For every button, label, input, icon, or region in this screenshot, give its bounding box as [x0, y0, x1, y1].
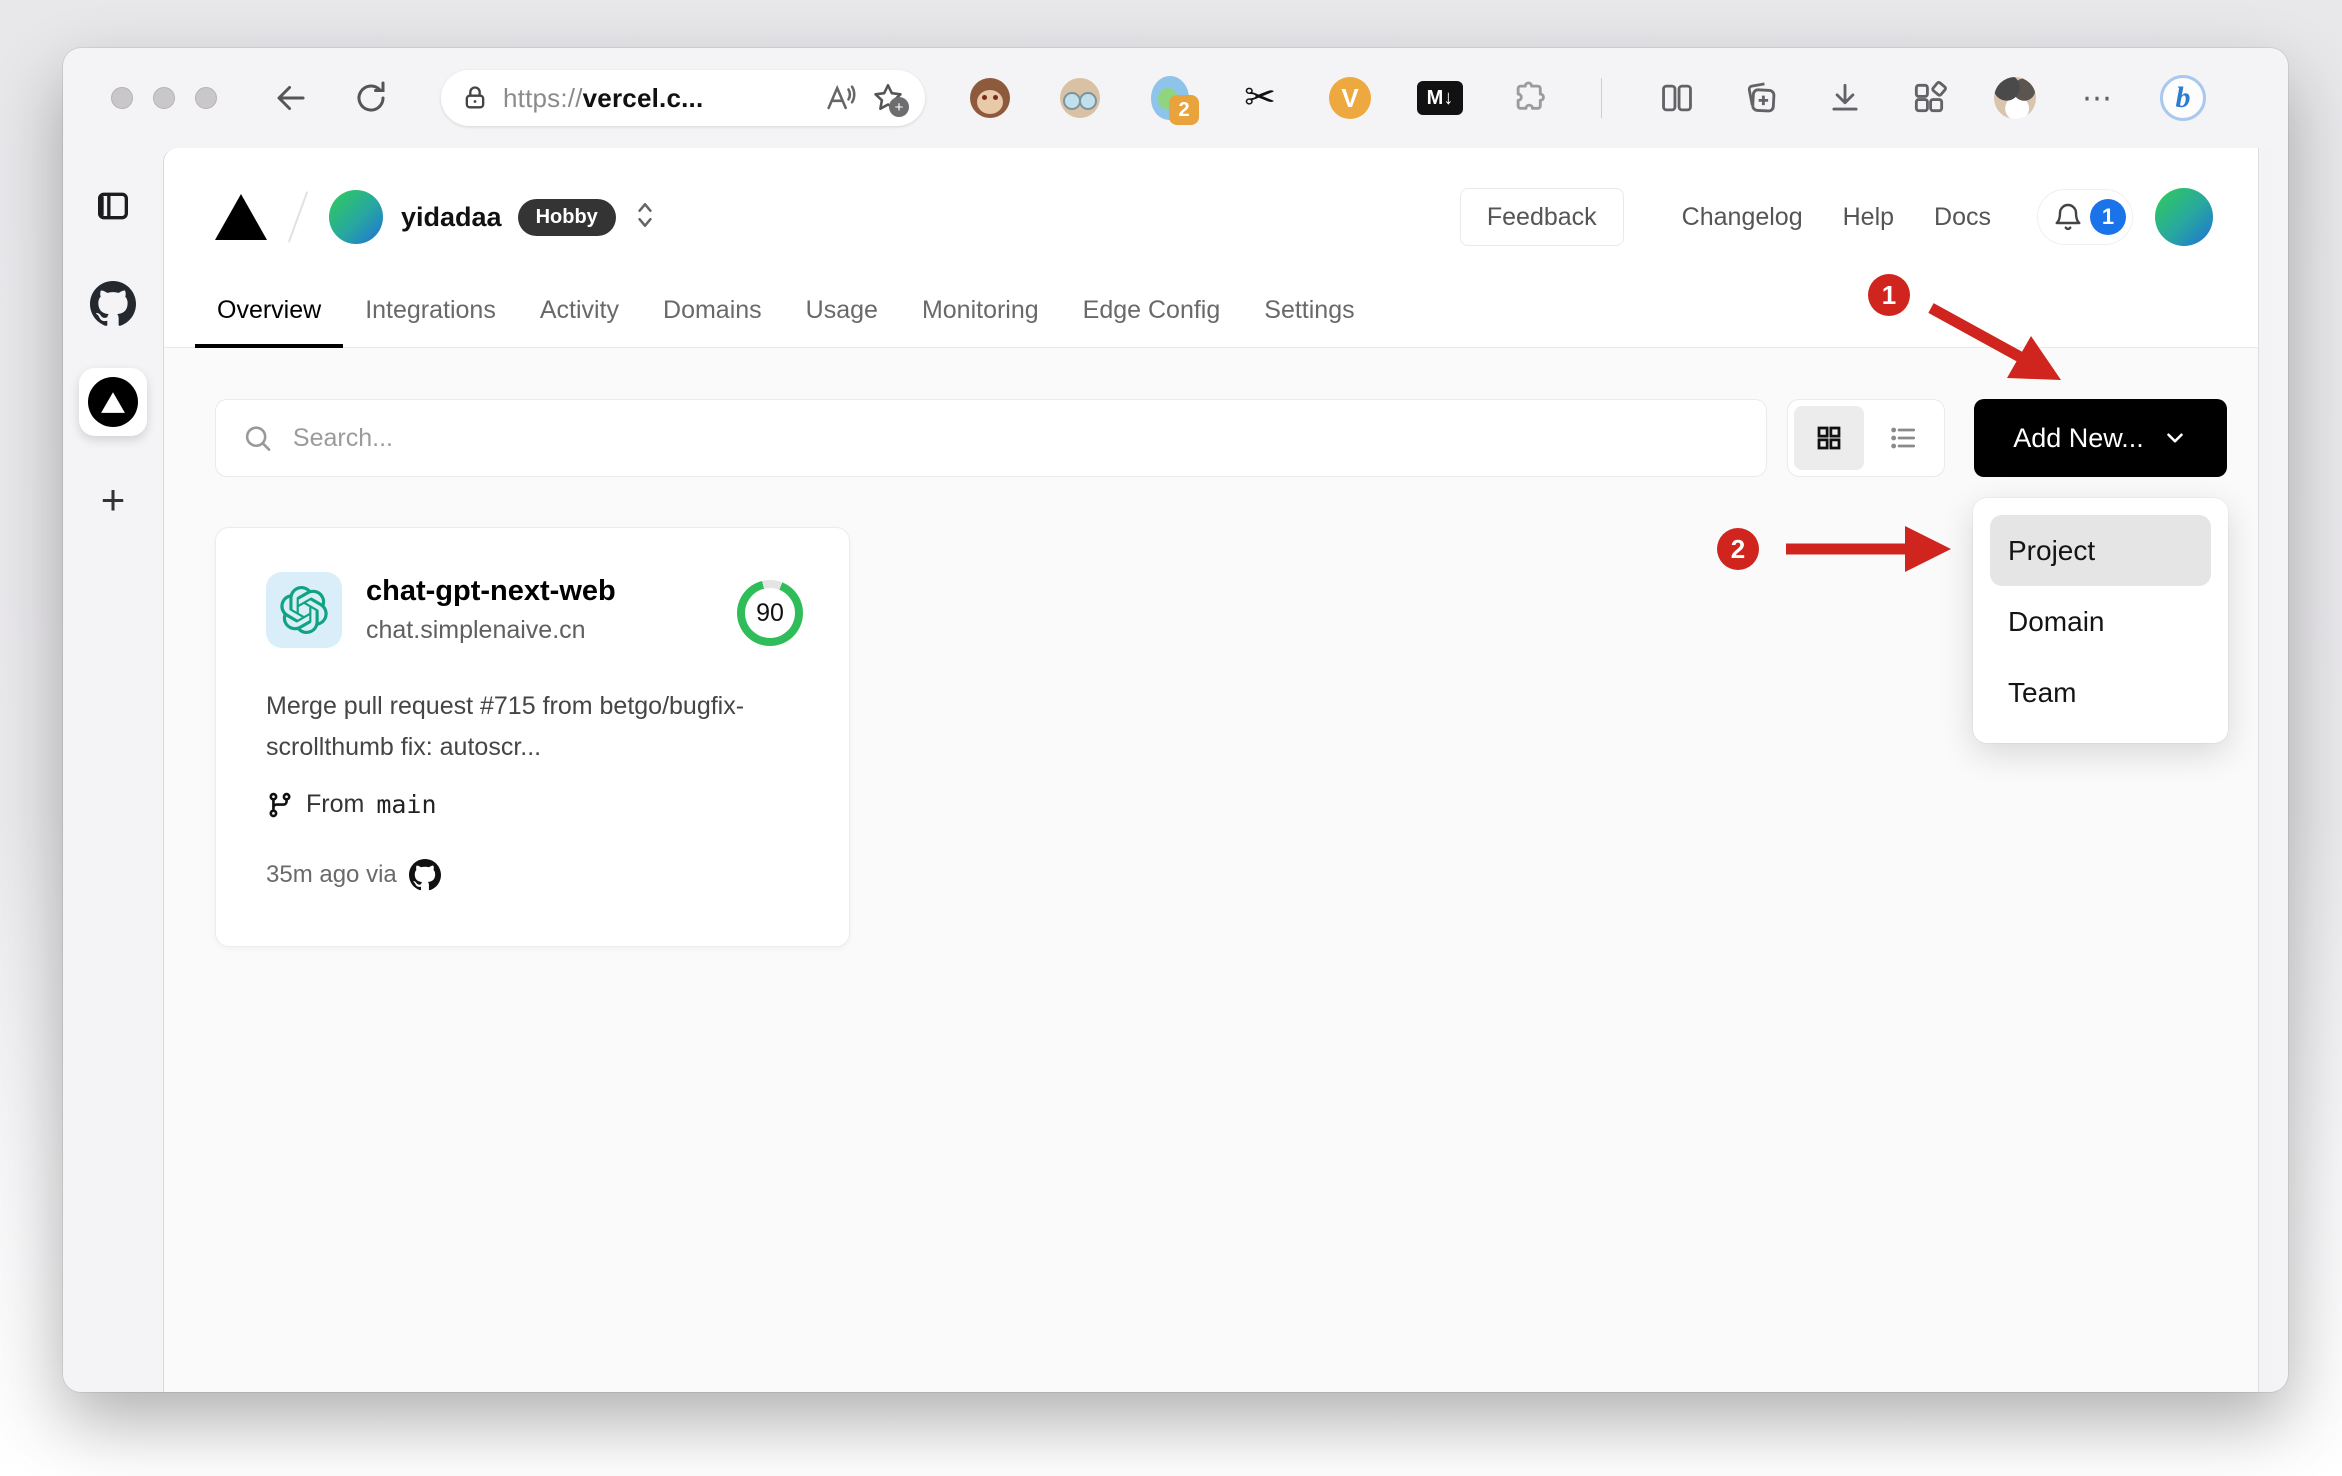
search-box: [215, 399, 1767, 477]
tab-usage[interactable]: Usage: [784, 296, 900, 347]
bell-icon: [2055, 203, 2081, 231]
menu-item-team[interactable]: Team: [1990, 657, 2211, 728]
team-avatar[interactable]: [329, 190, 383, 244]
dashboard-tabs: Overview Integrations Activity Domains U…: [195, 296, 1377, 348]
grid-icon: [1817, 426, 1841, 450]
github-icon: [408, 859, 441, 891]
tab-settings[interactable]: Settings: [1242, 296, 1376, 347]
project-domain[interactable]: chat.simplenaive.cn: [366, 616, 616, 645]
downloads-icon[interactable]: [1826, 79, 1864, 117]
branch-name[interactable]: main: [376, 790, 436, 819]
extension-count-badge: 2: [1169, 95, 1199, 125]
grid-view-button[interactable]: [1794, 406, 1864, 470]
clipper-extension-icon[interactable]: ✂: [1239, 77, 1281, 119]
docs-link[interactable]: Docs: [1934, 203, 1991, 232]
add-favorite-star-icon[interactable]: +: [871, 81, 909, 117]
tab-domains[interactable]: Domains: [641, 296, 784, 347]
tab-monitoring[interactable]: Monitoring: [900, 296, 1061, 347]
vertical-tabs-sidebar: +: [63, 148, 163, 1392]
feedback-button[interactable]: Feedback: [1459, 188, 1624, 246]
vercel-logo[interactable]: [215, 194, 267, 240]
url-text: https://vercel.c...: [503, 83, 703, 114]
collections-icon[interactable]: [1742, 79, 1780, 117]
bing-discover-icon[interactable]: b: [2160, 75, 2206, 121]
git-branch-icon: [269, 792, 291, 817]
deploy-time: 35m ago via: [266, 861, 397, 888]
help-link[interactable]: Help: [1843, 203, 1894, 232]
list-view-button[interactable]: [1868, 406, 1938, 470]
browser-window: https://vercel.c... + 2 ✂ V M↓ ⋯ b + yid…: [63, 48, 2288, 1392]
star-plus-badge: +: [889, 97, 909, 117]
menu-item-project[interactable]: Project: [1990, 515, 2211, 586]
sidebar-panel-toggle[interactable]: [79, 172, 147, 240]
tab-edge-config[interactable]: Edge Config: [1061, 296, 1243, 347]
more-menu-icon[interactable]: ⋯: [2082, 81, 2114, 116]
view-toggle: [1787, 399, 1945, 477]
read-aloud-icon[interactable]: [823, 81, 857, 115]
lighthouse-score-ring: 90: [737, 580, 803, 646]
list-icon: [1891, 427, 1915, 449]
reload-icon[interactable]: [353, 80, 389, 116]
traffic-lights: [111, 87, 217, 109]
menu-item-domain[interactable]: Domain: [1990, 586, 2211, 657]
chevron-down-icon: [2166, 433, 2183, 443]
lock-icon: [461, 84, 489, 112]
search-input[interactable]: [292, 423, 1740, 453]
tab-activity[interactable]: Activity: [518, 296, 641, 347]
annotation-step-1: 1: [1868, 274, 1910, 316]
breadcrumb-slash: [287, 191, 309, 243]
project-card[interactable]: chat-gpt-next-web chat.simplenaive.cn 90…: [215, 527, 850, 947]
url-host: vercel.c...: [582, 82, 704, 113]
tab-github[interactable]: [79, 270, 147, 338]
back-icon[interactable]: [273, 80, 309, 116]
profile-avatar[interactable]: [1994, 77, 2036, 119]
new-tab-button[interactable]: +: [79, 466, 147, 534]
project-name[interactable]: chat-gpt-next-web: [366, 575, 616, 608]
close-button[interactable]: [111, 87, 133, 109]
browser-toolbar: https://vercel.c... + 2 ✂ V M↓ ⋯ b: [63, 48, 2288, 148]
vercel-tab-icon: [88, 377, 138, 427]
zoom-button[interactable]: [195, 87, 217, 109]
add-new-label: Add New...: [2013, 422, 2144, 453]
page-scrollbar-track[interactable]: [2258, 148, 2273, 1392]
openai-logo-icon: [280, 586, 328, 634]
markdown-download-extension-icon[interactable]: M↓: [1417, 77, 1463, 119]
notifications-button[interactable]: 1: [2037, 189, 2133, 245]
tab-vercel-active[interactable]: [79, 368, 147, 436]
proxy-extension-icon[interactable]: 2: [1149, 76, 1199, 125]
branch-prefix: From: [306, 790, 365, 818]
address-bar[interactable]: https://vercel.c... +: [441, 70, 925, 126]
team-name[interactable]: yidadaa: [401, 202, 502, 233]
toolbar-right: ⋯ b: [1591, 75, 2206, 121]
tab-integrations[interactable]: Integrations: [343, 296, 518, 347]
user-avatar[interactable]: [2155, 188, 2213, 246]
extensions-puzzle-icon[interactable]: [1509, 77, 1551, 119]
lighthouse-score-value: 90: [745, 588, 795, 638]
annotation-step-2: 2: [1717, 528, 1759, 570]
extensions-row: 2 ✂ V M↓: [969, 76, 1551, 125]
split-screen-icon[interactable]: [1658, 79, 1696, 117]
add-new-button[interactable]: Add New...: [1974, 399, 2227, 477]
plan-badge: Hobby: [517, 198, 616, 236]
tampermonkey-extension-icon[interactable]: [969, 77, 1011, 119]
notification-count-badge: 1: [2090, 199, 2126, 235]
tab-overview[interactable]: Overview: [195, 296, 344, 348]
page-content: yidadaa Hobby Feedback Changelog Help Do…: [163, 148, 2273, 1392]
vercel-header: yidadaa Hobby Feedback Changelog Help Do…: [164, 148, 2259, 348]
search-icon: [245, 426, 271, 451]
project-icon: [266, 572, 342, 648]
toolbar-divider: [1601, 78, 1602, 118]
add-new-menu: Project Domain Team: [1973, 498, 2228, 743]
v-extension-icon[interactable]: V: [1329, 77, 1371, 119]
latest-commit-message[interactable]: Merge pull request #715 from betgo/bugfi…: [266, 686, 806, 768]
apps-icon[interactable]: [1910, 79, 1948, 117]
changelog-link[interactable]: Changelog: [1682, 203, 1803, 232]
minimize-button[interactable]: [153, 87, 175, 109]
translator-extension-icon[interactable]: [1059, 77, 1101, 119]
team-switcher-icon[interactable]: [632, 200, 658, 235]
url-scheme: https://: [503, 82, 583, 113]
